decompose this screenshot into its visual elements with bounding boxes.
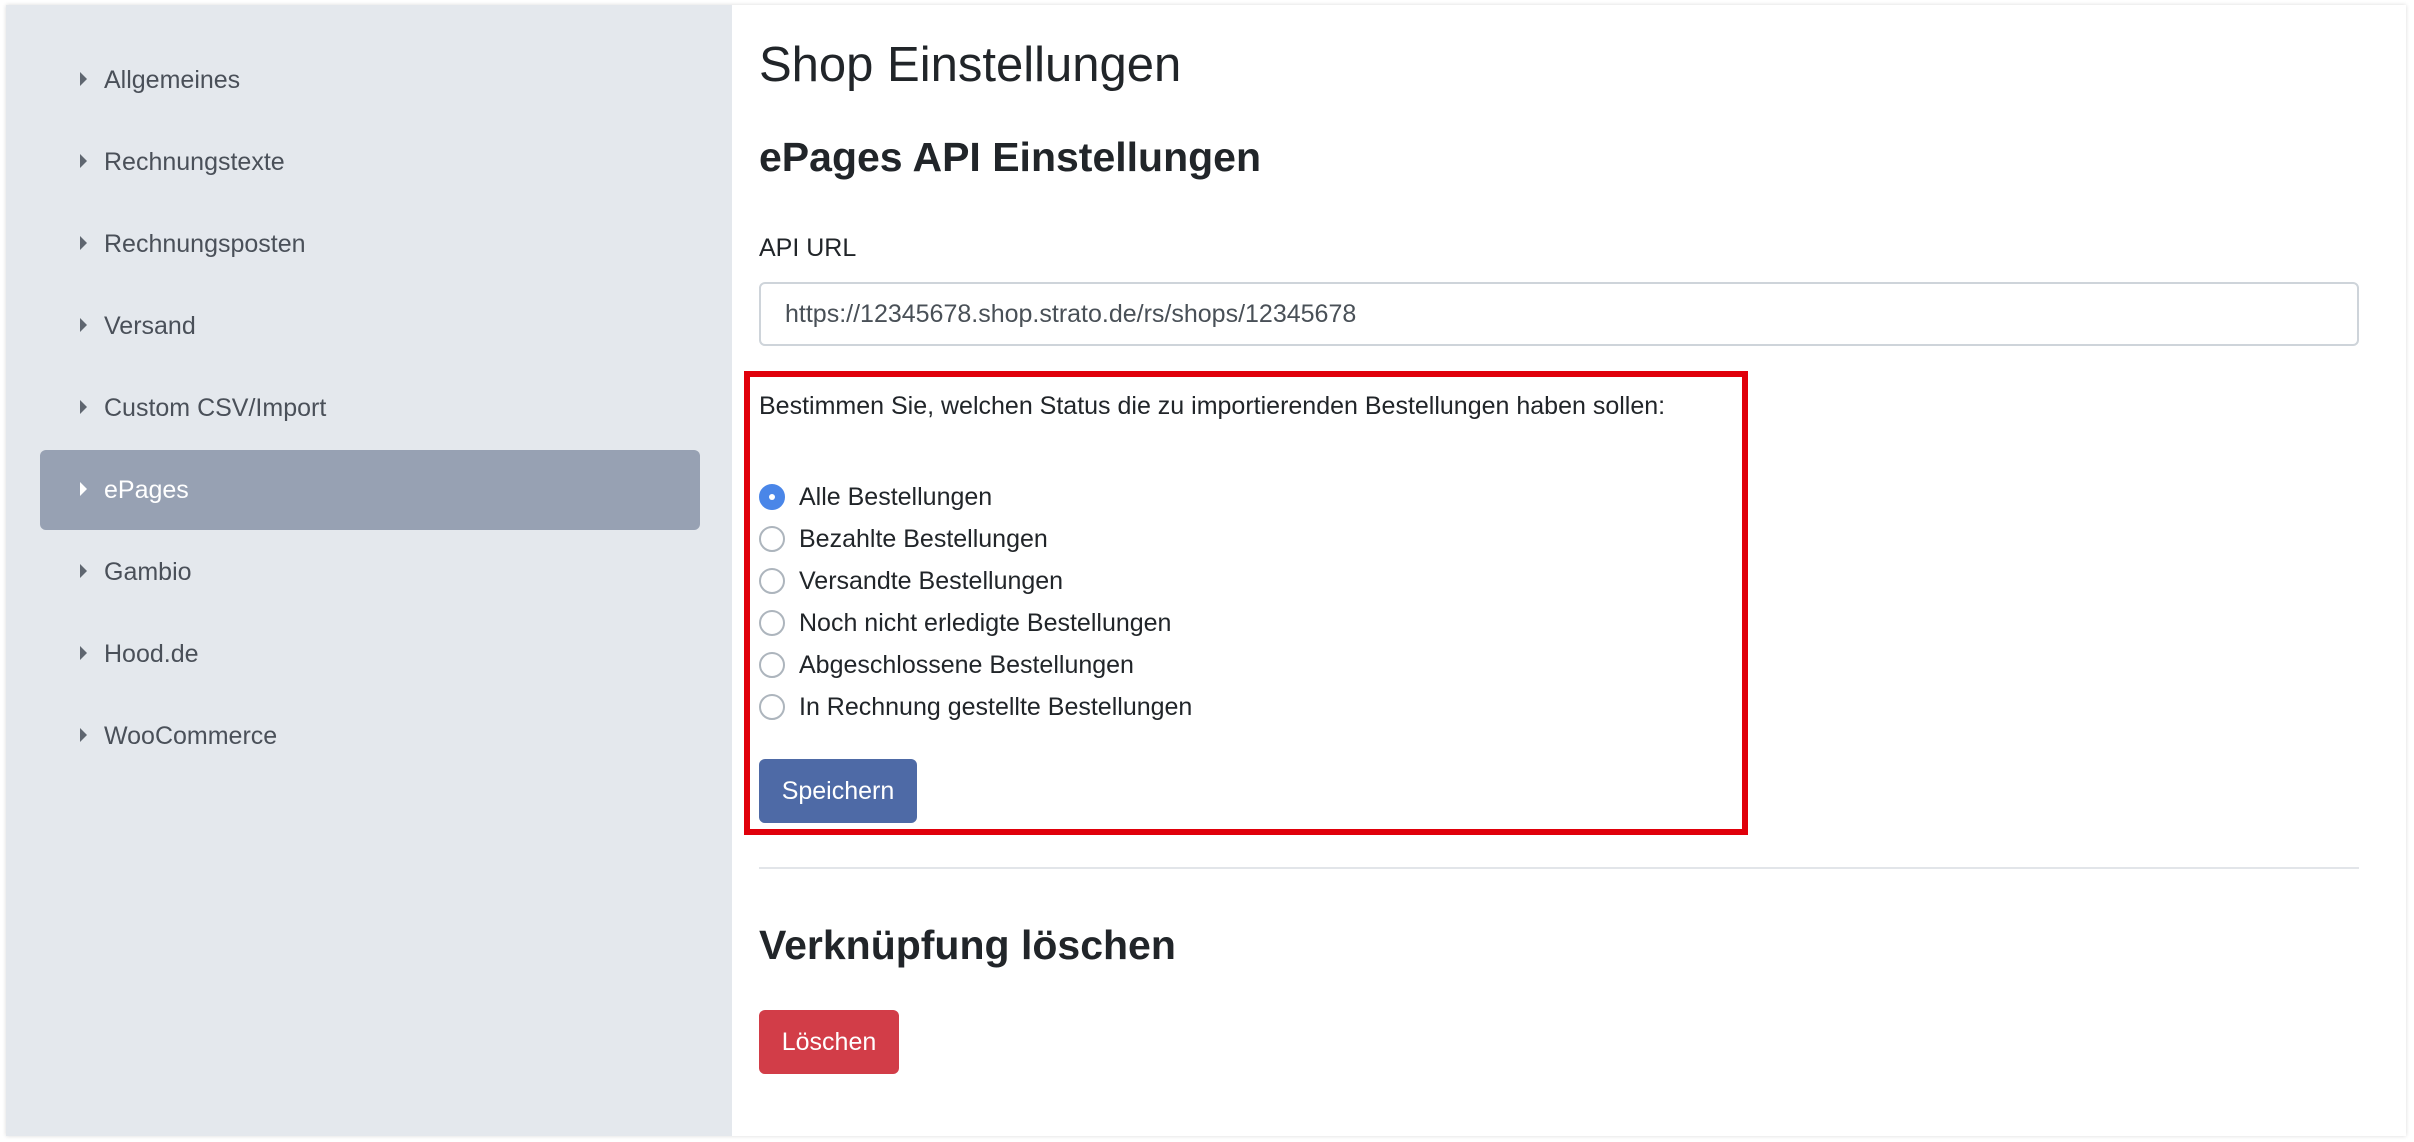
radio-button[interactable] xyxy=(759,694,785,720)
caret-right-icon xyxy=(80,318,87,332)
section-title: ePages API Einstellungen xyxy=(759,134,1262,180)
api-url-input[interactable] xyxy=(759,282,2359,346)
sidebar-item-label: Allgemeines xyxy=(104,66,241,94)
page-title: Shop Einstellungen xyxy=(759,38,1182,92)
radio-button[interactable] xyxy=(759,484,785,510)
sidebar-item-gambio[interactable]: Gambio xyxy=(40,532,700,612)
save-button[interactable]: Speichern xyxy=(759,759,917,823)
caret-right-icon xyxy=(80,564,87,578)
radio-button[interactable] xyxy=(759,568,785,594)
sidebar-item-custom-csv-import[interactable]: Custom CSV/Import xyxy=(40,368,700,448)
sidebar-item-label: Rechnungsposten xyxy=(104,230,306,258)
sidebar-item-label: ePages xyxy=(104,476,189,504)
divider xyxy=(759,867,2359,869)
sidebar-item-label: WooCommerce xyxy=(104,722,278,750)
main-content: Shop Einstellungen ePages API Einstellun… xyxy=(732,5,2406,1136)
caret-right-icon xyxy=(80,728,87,742)
caret-right-icon xyxy=(80,646,87,660)
sidebar-item-rechnungstexte[interactable]: Rechnungstexte xyxy=(40,122,700,202)
caret-right-icon xyxy=(80,482,87,496)
sidebar-item-label: Versand xyxy=(104,312,196,340)
radio-label: Bezahlte Bestellungen xyxy=(799,525,1048,553)
radio-label: Alle Bestellungen xyxy=(799,483,993,511)
sidebar-item-allgemeines[interactable]: Allgemeines xyxy=(40,40,700,120)
sidebar: Allgemeines Rechnungstexte Rechnungspost… xyxy=(6,5,732,1136)
delete-section-title: Verknüpfung löschen xyxy=(759,922,1176,968)
sidebar-item-label: Gambio xyxy=(104,558,192,586)
sidebar-item-label: Custom CSV/Import xyxy=(104,394,327,422)
app-frame: Allgemeines Rechnungstexte Rechnungspost… xyxy=(6,5,2406,1136)
caret-right-icon xyxy=(80,400,87,414)
caret-right-icon xyxy=(80,154,87,168)
sidebar-item-label: Rechnungstexte xyxy=(104,148,285,176)
caret-right-icon xyxy=(80,72,87,86)
sidebar-item-woocommerce[interactable]: WooCommerce xyxy=(40,696,700,776)
sidebar-item-label: Hood.de xyxy=(104,640,199,668)
radio-button[interactable] xyxy=(759,526,785,552)
radio-label: Versandte Bestellungen xyxy=(799,567,1064,595)
sidebar-item-epages[interactable]: ePages xyxy=(40,450,700,530)
radio-label: Abgeschlossene Bestellungen xyxy=(799,651,1134,679)
sidebar-item-versand[interactable]: Versand xyxy=(40,286,700,366)
radio-label: In Rechnung gestellte Bestellungen xyxy=(799,693,1193,721)
sidebar-item-rechnungsposten[interactable]: Rechnungsposten xyxy=(40,204,700,284)
delete-button[interactable]: Löschen xyxy=(759,1010,899,1074)
api-url-label: API URL xyxy=(759,234,857,262)
radio-label: Noch nicht erledigte Bestellungen xyxy=(799,609,1172,637)
sidebar-item-hood-de[interactable]: Hood.de xyxy=(40,614,700,694)
radio-button[interactable] xyxy=(759,610,785,636)
caret-right-icon xyxy=(80,236,87,250)
radio-button[interactable] xyxy=(759,652,785,678)
status-question: Bestimmen Sie, welchen Status die zu imp… xyxy=(759,392,1666,420)
